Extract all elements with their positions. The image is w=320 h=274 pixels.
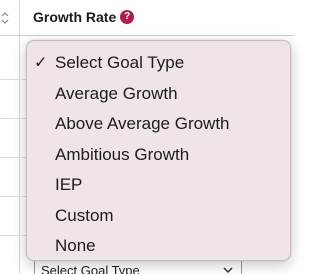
row-divider [0,157,26,158]
menu-item-label: Above Average Growth [55,114,230,134]
checkmark-icon: ✓ [34,54,48,72]
row-divider [0,235,26,236]
menu-item-iep[interactable]: IEP [27,170,290,201]
menu-item-ambitious-growth[interactable]: Ambitious Growth [27,140,290,171]
select-value: Select Goal Type [41,262,140,274]
column-header-label: Growth Rate [33,9,117,25]
goal-type-dropdown-menu: ✓ Select Goal Type Average Growth Above … [26,40,291,261]
row-divider [0,79,26,80]
chevron-down-icon [223,267,233,274]
menu-item-label: Ambitious Growth [55,144,190,164]
page: Growth Rate ? ✓ Select Goal Type Average… [0,0,294,274]
menu-item-label: None [55,236,96,256]
column-divider [19,0,20,274]
menu-item-label: Select Goal Type [55,53,185,73]
row-divider [0,118,26,119]
menu-item-label: Average Growth [55,83,178,103]
menu-item-none[interactable]: None [27,231,290,262]
menu-item-label: IEP [55,175,83,195]
column-header-growth-rate[interactable]: Growth Rate ? [33,9,135,25]
menu-item-above-average-growth[interactable]: Above Average Growth [27,109,290,140]
sort-updown-icon[interactable] [0,8,10,28]
menu-item-average-growth[interactable]: Average Growth [27,79,290,110]
table-header: Growth Rate ? [0,0,294,36]
menu-item-custom[interactable]: Custom [27,201,290,232]
question-circle-icon[interactable]: ? [120,10,135,24]
menu-item-select-goal-type[interactable]: ✓ Select Goal Type [27,48,290,79]
row-divider [0,196,26,197]
menu-item-label: Custom [55,205,114,225]
